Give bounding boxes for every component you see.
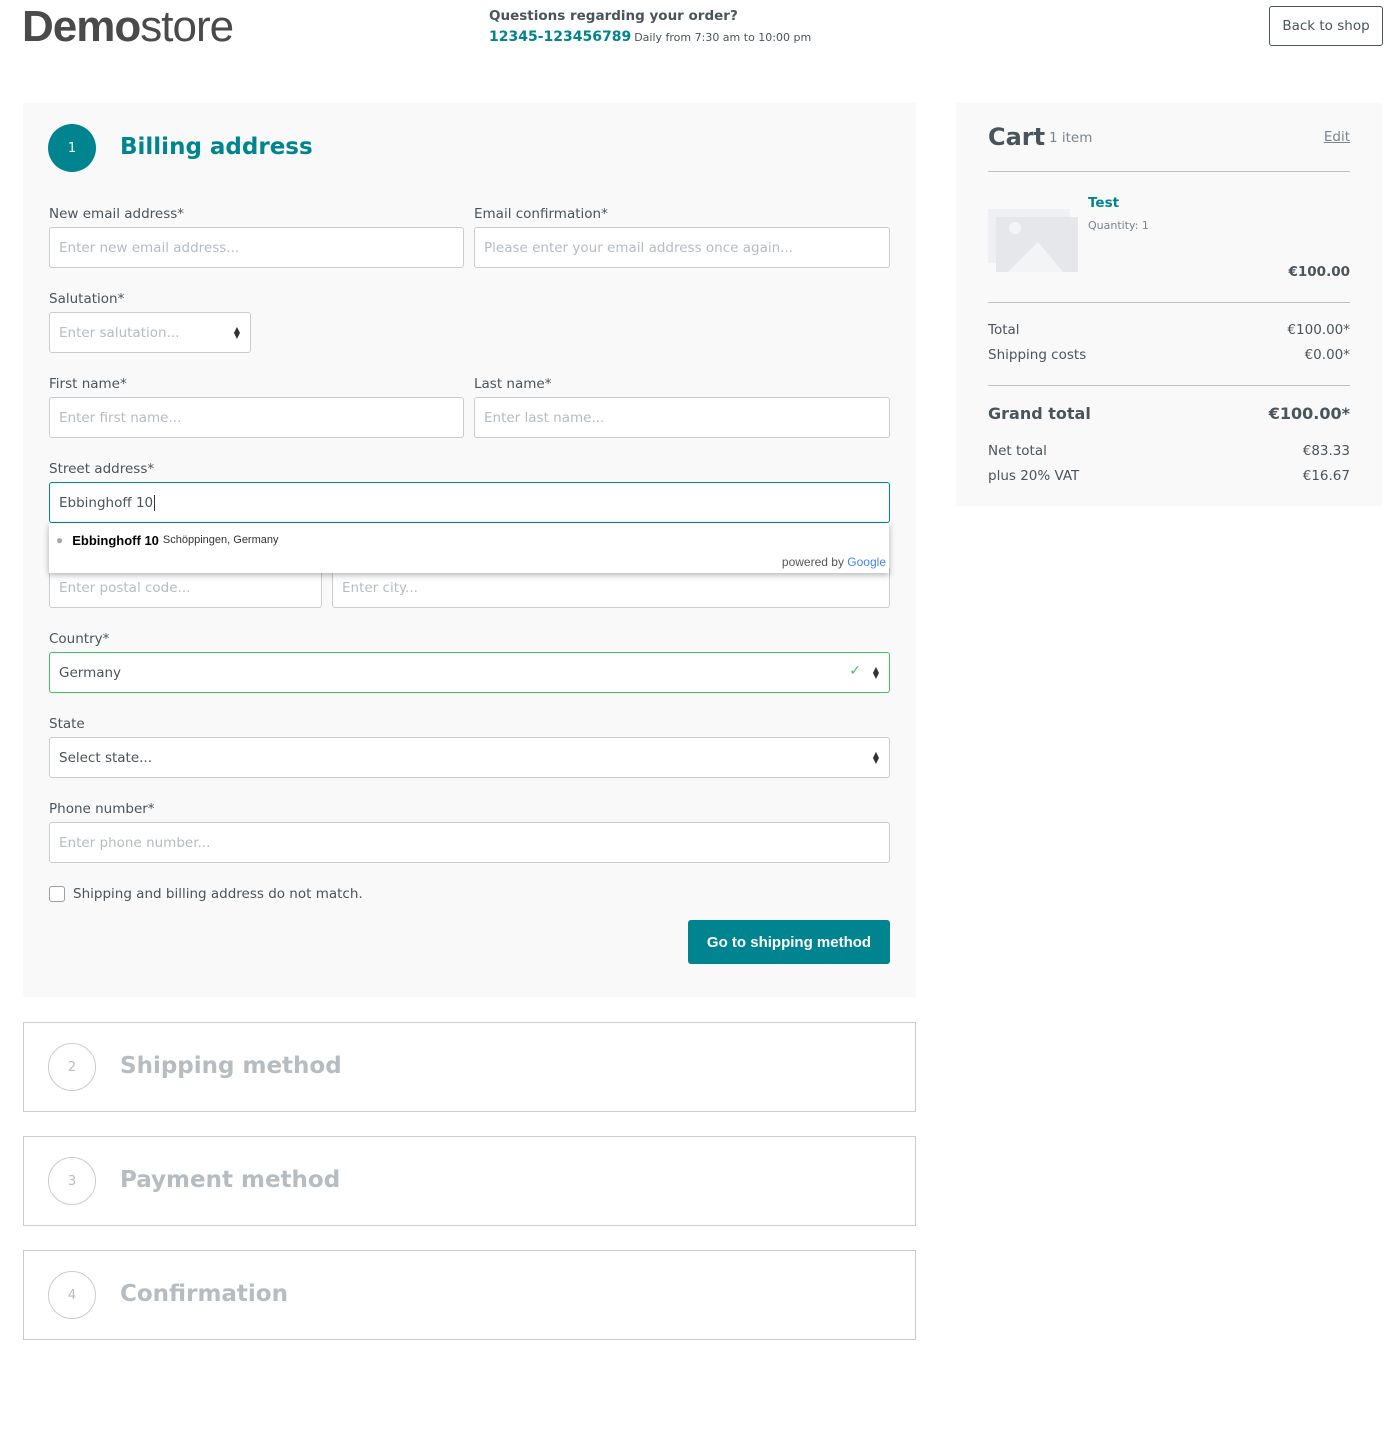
cart-item-quantity: Quantity: 1	[1088, 219, 1149, 232]
net-total-value: €83.33	[1302, 443, 1350, 459]
select-arrows-icon: ▲ ▼	[233, 325, 240, 340]
last-name-input[interactable]: Enter last name...	[474, 397, 890, 438]
salutation-label: Salutation*	[49, 291, 125, 307]
select-arrows-icon: ▲ ▼	[872, 750, 879, 765]
shipping-label: Shipping costs	[988, 347, 1087, 363]
select-arrows-icon: ▲ ▼	[872, 665, 879, 680]
email-input[interactable]: Enter new email address...	[49, 227, 464, 268]
check-icon: ✓	[849, 663, 861, 679]
salutation-select[interactable]: Enter salutation... ▲ ▼	[49, 312, 251, 353]
contact-hours: Daily from 7:30 am to 10:00 pm	[634, 31, 812, 44]
country-label: Country*	[49, 631, 110, 647]
step-title: Shipping method	[120, 1053, 342, 1079]
first-name-label: First name*	[49, 376, 127, 392]
phone-input[interactable]: Enter phone number...	[49, 822, 890, 863]
address-mismatch-checkbox[interactable]	[49, 886, 65, 902]
phone-number[interactable]: 12345-123456789	[489, 29, 631, 45]
step-number: 3	[48, 1157, 96, 1205]
grand-total-label: Grand total	[988, 404, 1091, 423]
go-to-shipping-button[interactable]: Go to shipping method	[688, 920, 890, 964]
shipping-row: Shipping costs €0.00*	[988, 347, 1350, 363]
powered-by-google: powered by Google	[782, 555, 886, 569]
logo[interactable]: Demostore	[22, 2, 234, 52]
vat-label: plus 20% VAT	[988, 468, 1080, 484]
powered-by-text: powered by	[781, 555, 844, 569]
logo-bold: Demo	[22, 2, 141, 51]
city-input[interactable]: Enter city...	[332, 567, 890, 608]
step-number: 2	[48, 1043, 96, 1091]
last-name-label: Last name*	[474, 376, 552, 392]
email-confirm-input[interactable]: Please enter your email address once aga…	[474, 227, 890, 268]
email-label: New email address*	[49, 206, 185, 222]
back-to-shop-button[interactable]: Back to shop	[1269, 6, 1383, 46]
vat-value: €16.67	[1302, 468, 1350, 484]
address-mismatch-label[interactable]: Shipping and billing address do not matc…	[73, 886, 363, 902]
map-pin-icon: ●	[56, 533, 64, 547]
total-value: €100.00*	[1287, 322, 1350, 338]
state-label: State	[49, 716, 85, 732]
step-shipping-method[interactable]: 2 Shipping method	[23, 1022, 916, 1112]
billing-title: Billing address	[120, 134, 313, 160]
step-confirmation[interactable]: 4 Confirmation	[23, 1250, 916, 1340]
country-value: Germany	[59, 664, 122, 681]
cart-count: 1 item	[1049, 130, 1093, 146]
street-label: Street address*	[49, 461, 155, 477]
street-input[interactable]: Ebbinghoff 10	[49, 482, 890, 523]
cart-item-price: €100.00	[1288, 264, 1351, 280]
suggestion-secondary: Schöppingen, Germany	[162, 534, 279, 546]
google-logo: Google	[847, 555, 886, 569]
cart-title: Cart	[988, 123, 1046, 151]
step-number: 4	[48, 1271, 96, 1319]
contact-phone: 12345-123456789 Daily from 7:30 am to 10:…	[489, 29, 811, 45]
cart-summary: Cart 1 item Edit Test Quantity: 1 €100.0…	[956, 103, 1382, 506]
contact-question: Questions regarding your order?	[489, 8, 738, 24]
first-name-input[interactable]: Enter first name...	[49, 397, 464, 438]
grand-total-row: Grand total €100.00*	[988, 404, 1350, 423]
shipping-value: €0.00*	[1304, 347, 1350, 363]
autocomplete-item[interactable]: ● Ebbinghoff 10 Schöppingen, Germany	[49, 529, 889, 551]
step-payment-method[interactable]: 3 Payment method	[23, 1136, 916, 1226]
cart-item-name[interactable]: Test	[1088, 195, 1119, 211]
step-title: Confirmation	[120, 1281, 288, 1307]
address-autocomplete-dropdown: ● Ebbinghoff 10 Schöppingen, Germany pow…	[49, 523, 889, 573]
product-image-placeholder	[988, 209, 1078, 272]
email-confirm-label: Email confirmation*	[474, 206, 608, 222]
total-label: Total	[988, 322, 1020, 338]
net-total-row: Net total €83.33	[988, 443, 1350, 459]
net-total-label: Net total	[988, 443, 1047, 459]
state-value: Select state...	[59, 749, 153, 766]
cart-edit-link[interactable]: Edit	[1324, 129, 1350, 145]
state-select[interactable]: Select state... ▲ ▼	[49, 737, 890, 778]
salutation-value: Enter salutation...	[59, 324, 180, 341]
country-select[interactable]: Germany ✓ ▲ ▼	[49, 652, 890, 693]
total-row: Total €100.00*	[988, 322, 1350, 338]
suggestion-main: Ebbinghoff 10	[72, 532, 159, 548]
step-title: Payment method	[120, 1167, 341, 1193]
grand-total-value: €100.00*	[1268, 404, 1350, 423]
postal-code-input[interactable]: Enter postal code...	[49, 567, 322, 608]
vat-row: plus 20% VAT €16.67	[988, 468, 1350, 484]
street-value: Ebbinghoff 10	[59, 494, 154, 511]
logo-light: store	[140, 2, 234, 51]
step-number: 1	[48, 124, 96, 172]
phone-label: Phone number*	[49, 801, 155, 817]
